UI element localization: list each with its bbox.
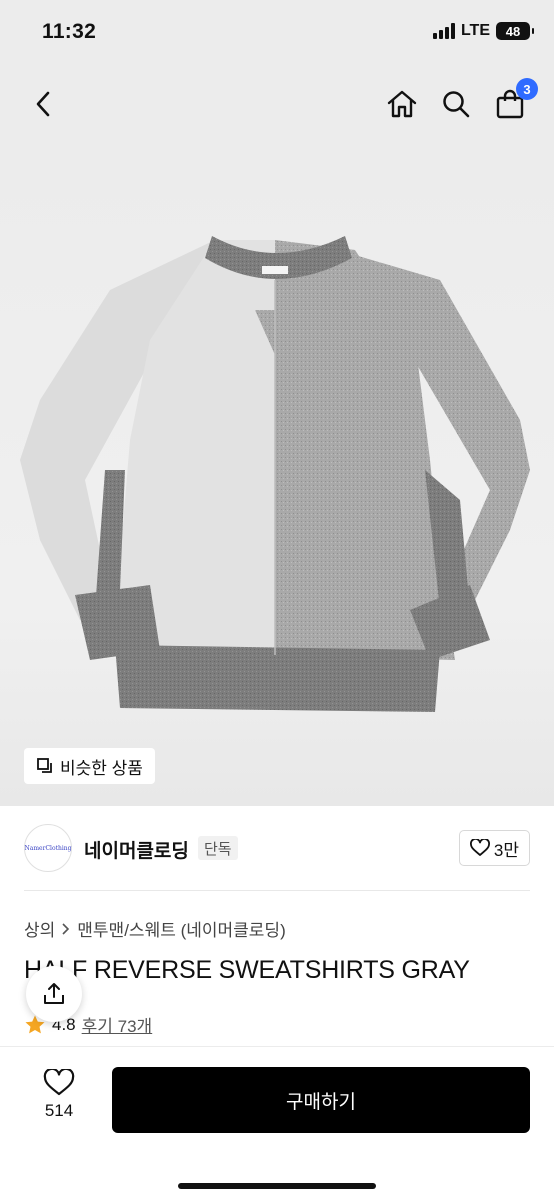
exclusive-badge: 단독: [198, 836, 238, 860]
search-button[interactable]: [436, 84, 476, 124]
heart-icon: [469, 839, 490, 856]
brand-row: NamerClothing 네이머클로딩 단독 3만: [0, 806, 554, 890]
brand-like-count: 3만: [493, 840, 519, 860]
review-count-link[interactable]: 후기 73개: [82, 1012, 153, 1037]
cart-button[interactable]: 3: [490, 78, 538, 124]
divider: [24, 890, 530, 891]
chevron-left-icon: [36, 91, 50, 117]
brand-logo-text: NamerClothing: [24, 844, 72, 852]
brand-name[interactable]: 네이머클로딩: [84, 836, 189, 863]
network-label: LTE: [460, 22, 490, 39]
buy-button[interactable]: 구매하기: [112, 1067, 530, 1133]
breadcrumb-subcategory[interactable]: 맨투맨/스웨트 (네이머클로딩): [77, 916, 285, 941]
home-indicator: [178, 1183, 376, 1189]
breadcrumb-category[interactable]: 상의: [24, 916, 55, 941]
product-image[interactable]: 비슷한 상품: [0, 140, 554, 806]
breadcrumb: 상의 맨투맨/스웨트 (네이머클로딩): [24, 916, 286, 941]
battery-level: 48: [505, 23, 521, 39]
cart-count-badge: 3: [516, 78, 538, 100]
heart-icon: [43, 1069, 75, 1096]
copy-icon: [37, 758, 52, 773]
back-button[interactable]: [24, 84, 64, 124]
status-indicators: LTE 48: [432, 22, 534, 40]
brand-logo[interactable]: NamerClothing: [24, 824, 72, 872]
home-icon: [387, 90, 417, 118]
share-icon: [44, 983, 64, 1004]
brand-like-button[interactable]: 3만: [458, 830, 530, 866]
product-title: HALF REVERSE SWEATSHIRTS GRAY: [24, 956, 470, 984]
battery-icon: 48: [496, 22, 534, 40]
wishlist-count: 514: [44, 1101, 74, 1120]
chevron-right-icon: [62, 922, 70, 935]
search-icon: [443, 91, 470, 118]
similar-products-label: 비슷한 상품: [60, 758, 143, 778]
top-nav: 3: [0, 70, 554, 140]
share-button[interactable]: [26, 966, 82, 1022]
status-bar: 11:32 LTE 48: [0, 0, 554, 70]
status-time: 11:32: [42, 20, 97, 43]
purchase-bar: 514 구매하기: [0, 1046, 554, 1200]
sweatshirt-image: [20, 236, 530, 712]
signal-icon: [432, 23, 455, 39]
wishlist-button[interactable]: 514: [34, 1069, 84, 1121]
home-button[interactable]: [382, 84, 422, 124]
similar-products-button[interactable]: 비슷한 상품: [24, 748, 155, 784]
